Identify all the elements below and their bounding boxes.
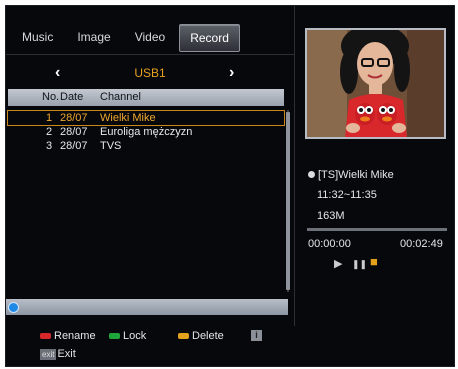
exit-key[interactable]: exit Exit <box>40 348 76 360</box>
row-date: 28/07 <box>60 126 88 138</box>
lock-key[interactable]: Lock <box>109 330 146 342</box>
list-scrollbar[interactable] <box>286 110 290 292</box>
scrollbar-thumb[interactable] <box>286 112 290 290</box>
row-number: 2 <box>46 126 53 138</box>
media-player-screen: Music Image Video Record ‹ USB1 › No. Da… <box>5 5 455 367</box>
recording-row[interactable]: 1 28/07 Wielki Mike <box>7 110 285 126</box>
key-legend: Rename Lock Delete i exit Exit <box>6 328 454 366</box>
media-tabs: Music Image Video Record <box>12 24 244 54</box>
stop-icon[interactable]: ■ <box>370 254 378 269</box>
tab-image[interactable]: Image <box>67 24 120 50</box>
recording-time-range: 11:32~11:35 <box>317 189 377 201</box>
record-dot-icon <box>308 171 315 178</box>
delete-key[interactable]: Delete <box>178 330 224 342</box>
recording-list-header: No. Date Channel <box>8 89 284 106</box>
device-label: USB1 <box>134 66 166 80</box>
rename-label: Rename <box>54 330 96 342</box>
recording-size: 163M <box>317 210 345 222</box>
row-date: 28/07 <box>60 112 88 124</box>
recording-title-text: [TS]Wielki Mike <box>318 169 394 181</box>
red-key-icon <box>40 333 51 339</box>
recording-row[interactable]: 2 28/07 Euroliga mężczyzn <box>8 125 284 139</box>
green-key-icon <box>109 333 120 339</box>
yellow-key-icon <box>178 333 189 339</box>
playback-position: 00:00:00 <box>308 238 351 250</box>
column-header-date: Date <box>60 91 84 103</box>
row-number: 3 <box>46 140 53 152</box>
tab-record[interactable]: Record <box>179 24 240 52</box>
next-device-arrow-icon[interactable]: › <box>229 64 234 82</box>
row-channel: Euroliga mężczyzn <box>100 126 193 138</box>
recording-list: 1 28/07 Wielki Mike 2 28/07 Euroliga męż… <box>7 110 285 153</box>
device-selector: ‹ USB1 › <box>6 64 294 84</box>
row-channel: Wielki Mike <box>100 112 156 124</box>
column-header-channel: Channel <box>100 91 141 103</box>
row-date: 28/07 <box>60 140 88 152</box>
row-channel: TVS <box>100 140 122 152</box>
delete-label: Delete <box>192 330 224 342</box>
row-number: 1 <box>46 112 53 124</box>
playback-duration: 00:02:49 <box>400 238 443 250</box>
video-preview <box>305 28 446 139</box>
status-indicator-icon <box>8 302 19 313</box>
exit-label: Exit <box>57 348 76 360</box>
rename-key[interactable]: Rename <box>40 330 96 342</box>
recording-title: [TS]Wielki Mike <box>308 169 394 181</box>
column-header-no: No. <box>42 91 60 103</box>
lock-label: Lock <box>123 330 147 342</box>
playback-progress-bar[interactable] <box>307 228 447 231</box>
tabs-divider <box>6 54 294 55</box>
tab-video[interactable]: Video <box>125 24 175 50</box>
tab-music[interactable]: Music <box>12 24 63 50</box>
play-icon[interactable]: ▶ <box>334 257 342 270</box>
info-key-icon[interactable]: i <box>251 330 262 341</box>
pause-icon[interactable]: ❚❚ <box>352 259 367 270</box>
exit-key-icon: exit <box>40 348 57 360</box>
recording-row[interactable]: 3 28/07 TVS <box>8 139 284 153</box>
panel-divider <box>294 6 295 326</box>
video-frame-illustration <box>307 30 444 137</box>
list-status-bar <box>6 299 288 315</box>
